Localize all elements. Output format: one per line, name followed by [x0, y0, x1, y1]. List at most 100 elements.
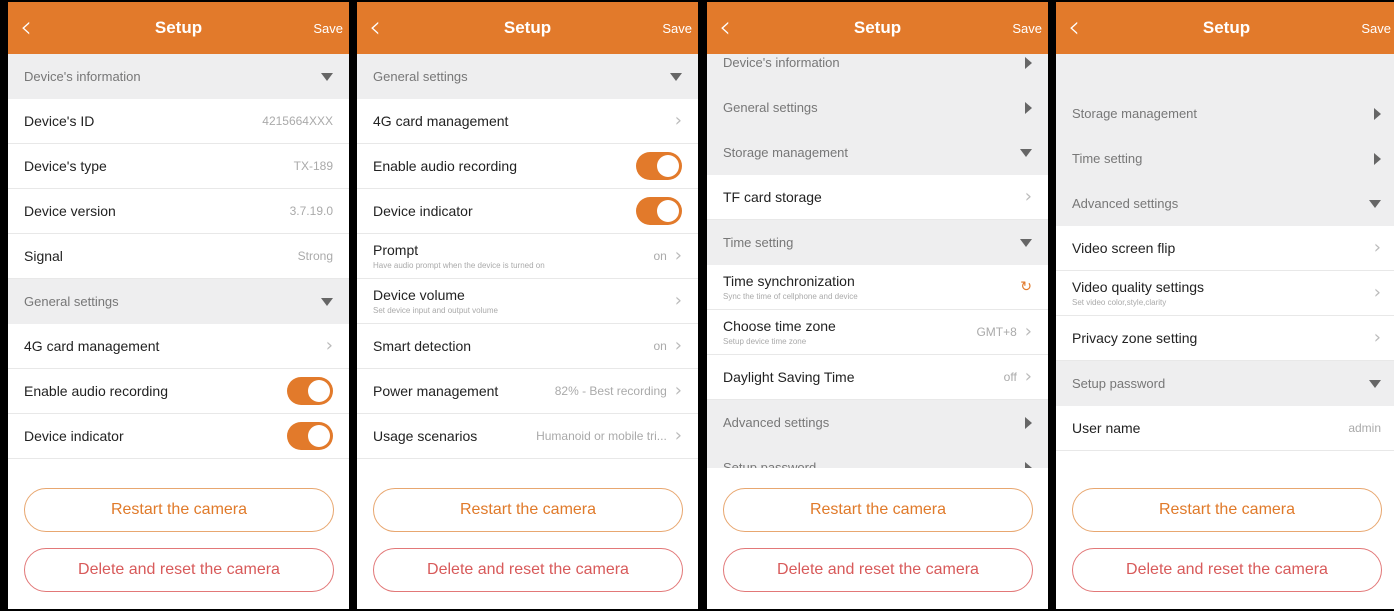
toggle-switch[interactable]: [287, 377, 333, 405]
row-value-group: [321, 72, 333, 81]
page-title: Setup: [503, 18, 552, 37]
back-chevron-icon[interactable]: ‹: [1068, 13, 1098, 43]
row-value: Strong: [297, 249, 333, 263]
chevron-right-icon: ›: [1024, 186, 1032, 207]
save-button[interactable]: Save: [1361, 21, 1391, 36]
settings-list[interactable]: General settings 4G card management › Enabl…: [357, 54, 698, 468]
setting-row-video-quality-settings[interactable]: Video quality settings Set video color,st…: [1056, 271, 1394, 316]
section-header-general-settings[interactable]: General settings: [8, 279, 349, 324]
row-label-group: Password: [1072, 465, 1133, 468]
setting-row-enable-audio-recording[interactable]: Enable audio recording: [8, 369, 349, 414]
delete-reset-camera-button[interactable]: Delete and reset the camera: [373, 548, 683, 592]
triangle-right-icon[interactable]: [1374, 152, 1381, 165]
save-button[interactable]: Save: [313, 21, 343, 36]
row-label: Device's information: [723, 55, 840, 70]
restart-camera-button[interactable]: Restart the camera: [723, 488, 1033, 532]
row-sublabel: Have audio prompt when the device is tur…: [373, 261, 545, 270]
triangle-down-icon[interactable]: [1369, 199, 1381, 208]
section-header-advanced-settings[interactable]: Advanced settings: [1056, 181, 1394, 226]
sync-icon[interactable]: ↻: [1020, 279, 1032, 295]
settings-list[interactable]: Device's information Device's ID 4215664XX…: [8, 54, 349, 468]
setting-row-privacy-zone-setting[interactable]: Privacy zone setting ›: [1056, 316, 1394, 361]
row-label-group: Enable audio recording: [373, 158, 517, 174]
section-header-device-s-information[interactable]: Device's information: [8, 54, 349, 99]
setting-row-prompt[interactable]: Prompt Have audio prompt when the device …: [357, 234, 698, 279]
setting-row-video-screen-flip[interactable]: Video screen flip ›: [1056, 226, 1394, 271]
setting-row-smart-detection[interactable]: Smart detection on ›: [357, 324, 698, 369]
setting-row-enable-audio-recording[interactable]: Enable audio recording: [357, 144, 698, 189]
setting-row-firmware-update[interactable]: Firmware update›: [357, 459, 698, 468]
setting-row-password[interactable]: Password ›: [1056, 451, 1394, 468]
setting-row-tf-card-storage[interactable]: TF card storage ›: [707, 175, 1048, 220]
toggle-switch[interactable]: [287, 422, 333, 450]
row-value-group: [287, 377, 333, 405]
chevron-right-icon: ›: [1024, 366, 1032, 387]
row-label-group: General settings: [24, 294, 119, 309]
setting-row-4g-card-management[interactable]: 4G card management ›: [8, 324, 349, 369]
section-header-general-settings[interactable]: General settings: [707, 85, 1048, 130]
row-label-group: Time setting: [1072, 151, 1142, 166]
setting-row-device-indicator[interactable]: Device indicator: [8, 414, 349, 459]
triangle-down-icon[interactable]: [1020, 148, 1032, 157]
restart-camera-button[interactable]: Restart the camera: [1072, 488, 1382, 532]
triangle-down-icon[interactable]: [670, 72, 682, 81]
setting-row-device-volume[interactable]: Device volume Set device input and output…: [357, 279, 698, 324]
row-label: Device's information: [24, 69, 141, 84]
settings-list[interactable]: Device's information General settings Stor…: [707, 54, 1048, 468]
triangle-right-icon[interactable]: [1025, 101, 1032, 114]
section-header-storage-management[interactable]: Storage management: [1056, 91, 1394, 136]
phone-screen-1: ‹ Setup Save Device's information Device's I…: [8, 2, 349, 609]
row-value-group: off ›: [1004, 368, 1032, 386]
triangle-right-icon[interactable]: [1025, 416, 1032, 429]
section-header-time-setting[interactable]: Time setting: [707, 220, 1048, 265]
delete-reset-camera-button[interactable]: Delete and reset the camera: [1072, 548, 1382, 592]
save-button[interactable]: Save: [1012, 21, 1042, 36]
setting-row-daylight-saving-time[interactable]: Daylight Saving Time off ›: [707, 355, 1048, 400]
section-header-setup-password[interactable]: Setup password: [1056, 361, 1394, 406]
row-value: Humanoid or mobile tri...: [536, 429, 667, 443]
setting-row-prompt[interactable]: Prompt›: [8, 459, 349, 468]
delete-reset-camera-button[interactable]: Delete and reset the camera: [723, 548, 1033, 592]
settings-list[interactable]: Storage management Time setting Advanced s…: [1056, 54, 1394, 468]
section-header-spacer[interactable]: [1056, 54, 1394, 91]
row-label-group: Smart detection: [373, 338, 471, 354]
section-header-time-setting[interactable]: Time setting: [1056, 136, 1394, 181]
setting-row-usage-scenarios[interactable]: Usage scenarios Humanoid or mobile tri...…: [357, 414, 698, 459]
section-header-advanced-settings[interactable]: Advanced settings: [707, 400, 1048, 445]
setting-row-choose-time-zone[interactable]: Choose time zone Setup device time zone GM…: [707, 310, 1048, 355]
row-value-group: [1369, 379, 1381, 388]
triangle-down-icon[interactable]: [1369, 379, 1381, 388]
section-header-device-s-information[interactable]: Device's information: [707, 54, 1048, 85]
chevron-right-icon: ›: [674, 110, 682, 131]
section-header-storage-management[interactable]: Storage management: [707, 130, 1048, 175]
row-label: User name: [1072, 420, 1141, 436]
row-value-group: [287, 422, 333, 450]
section-header-setup-password[interactable]: Setup password: [707, 445, 1048, 468]
row-value-group: on ›: [653, 247, 682, 265]
triangle-right-icon[interactable]: [1025, 56, 1032, 69]
section-header-general-settings[interactable]: General settings: [357, 54, 698, 99]
save-button[interactable]: Save: [662, 21, 692, 36]
toggle-switch[interactable]: [636, 197, 682, 225]
row-value-group: ↻: [1020, 279, 1032, 295]
setting-row-4g-card-management[interactable]: 4G card management ›: [357, 99, 698, 144]
back-chevron-icon[interactable]: ‹: [369, 13, 399, 43]
restart-camera-button[interactable]: Restart the camera: [24, 488, 334, 532]
row-sublabel: Set video color,style,clarity: [1072, 298, 1167, 307]
row-value-group: [1374, 152, 1381, 165]
back-chevron-icon[interactable]: ‹: [20, 13, 50, 43]
setting-row-device-indicator[interactable]: Device indicator: [357, 189, 698, 234]
back-chevron-icon[interactable]: ‹: [719, 13, 749, 43]
toggle-switch[interactable]: [636, 152, 682, 180]
triangle-down-icon[interactable]: [321, 72, 333, 81]
triangle-down-icon[interactable]: [321, 297, 333, 306]
chevron-right-icon: ›: [1024, 321, 1032, 342]
delete-reset-camera-button[interactable]: Delete and reset the camera: [24, 548, 334, 592]
triangle-right-icon[interactable]: [1025, 461, 1032, 468]
restart-camera-button[interactable]: Restart the camera: [373, 488, 683, 532]
row-label-group: Time synchronization Sync the time of cel…: [723, 273, 858, 301]
triangle-right-icon[interactable]: [1374, 107, 1381, 120]
setting-row-power-management[interactable]: Power management 82% - Best recording ›: [357, 369, 698, 414]
setting-row-time-synchronization[interactable]: Time synchronization Sync the time of cel…: [707, 265, 1048, 310]
triangle-down-icon[interactable]: [1020, 238, 1032, 247]
